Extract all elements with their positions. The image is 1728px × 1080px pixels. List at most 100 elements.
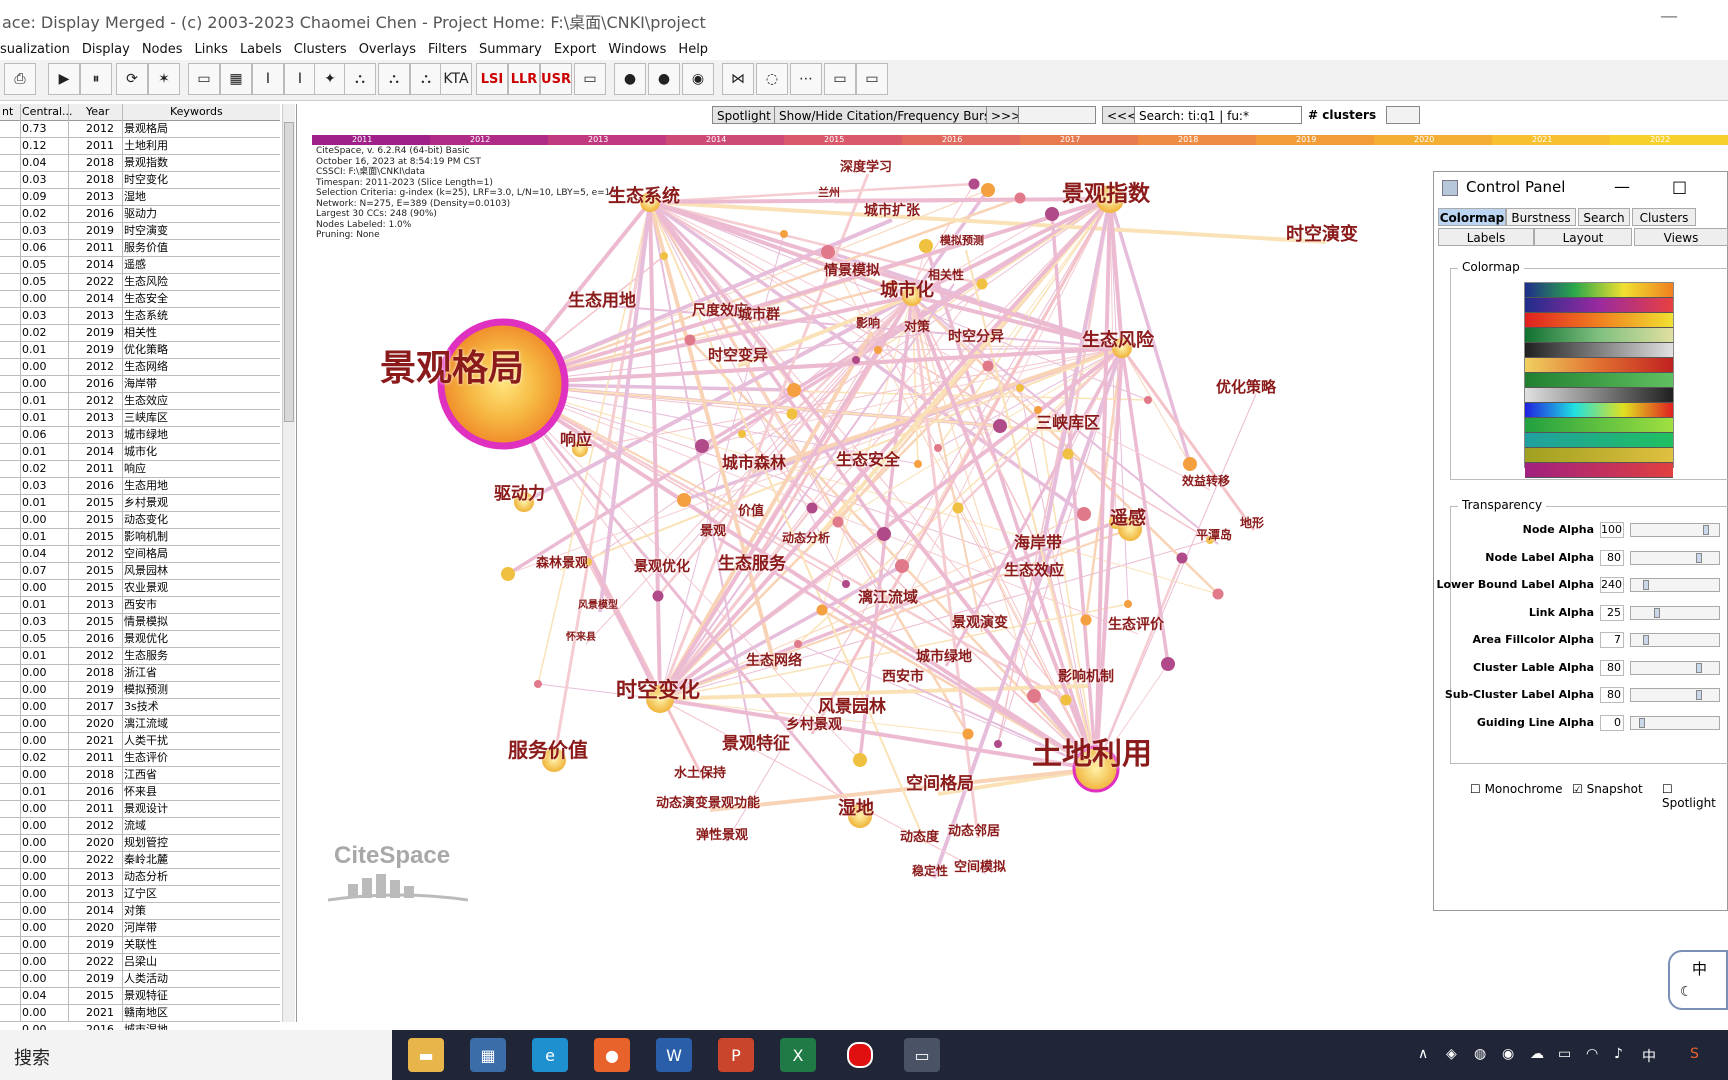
network-node[interactable] — [1212, 588, 1224, 600]
colormap-swatch[interactable] — [1525, 433, 1673, 448]
keyword-label[interactable]: 生态网络 — [746, 650, 802, 670]
slider-knob[interactable] — [1695, 662, 1702, 673]
network-node[interactable] — [895, 559, 909, 573]
slider-value[interactable]: 80 — [1600, 659, 1624, 676]
table-row[interactable]: 0.73 2012 景观格局 — [0, 121, 280, 138]
citespace-app-icon[interactable]: ▭ — [904, 1038, 940, 1072]
network-node[interactable] — [1014, 192, 1026, 204]
keyword-label[interactable]: 空间格局 — [906, 769, 974, 794]
keyword-label[interactable]: 水土保持 — [674, 762, 726, 781]
keyword-label[interactable]: 生态评价 — [1108, 614, 1164, 634]
table-row[interactable]: 0.03 2013 生态系统 — [0, 308, 280, 325]
shield-icon[interactable]: ◈ — [1446, 1046, 1457, 1062]
keyword-label[interactable]: 深度学习 — [840, 156, 892, 175]
table-row[interactable]: 0.03 2015 情景模拟 — [0, 614, 280, 631]
powerpoint-icon[interactable]: P — [718, 1038, 754, 1072]
slider-track[interactable] — [1630, 605, 1720, 620]
keyword-label[interactable]: 森林景观 — [536, 552, 588, 571]
network-node[interactable] — [1144, 396, 1152, 404]
panel-tab-5[interactable]: Layout — [1534, 228, 1632, 246]
wifi-icon[interactable]: ◠ — [1586, 1046, 1598, 1062]
table-row[interactable]: 0.01 2014 城市化 — [0, 444, 280, 461]
network-node[interactable] — [794, 640, 802, 648]
table-row[interactable]: 0.02 2019 相关性 — [0, 325, 280, 342]
network-node[interactable] — [981, 183, 995, 197]
panel-tab-6[interactable]: Views — [1634, 228, 1728, 246]
colormap-swatch[interactable] — [1525, 343, 1673, 358]
snapshot-checkbox[interactable]: ☑ Snapshot — [1572, 782, 1643, 796]
network-node[interactable] — [1077, 507, 1091, 521]
panel-minimize-icon[interactable]: — — [1614, 172, 1630, 202]
network-node[interactable] — [1016, 384, 1024, 392]
table-row[interactable]: 0.00 2015 动态变化 — [0, 512, 280, 529]
network-node[interactable] — [914, 460, 922, 468]
network-node[interactable] — [993, 419, 1007, 433]
table-row[interactable]: 0.01 2013 西安市 — [0, 597, 280, 614]
table-row[interactable]: 0.03 2016 生态用地 — [0, 478, 280, 495]
record-icon[interactable] — [842, 1038, 878, 1072]
slider-knob[interactable] — [1695, 690, 1702, 700]
menu-item-7[interactable]: Filters — [428, 39, 473, 57]
slider-value[interactable]: 0 — [1600, 714, 1624, 731]
network-node[interactable] — [982, 360, 994, 372]
network-node[interactable] — [952, 502, 964, 514]
ime-indicator[interactable]: 中 — [1642, 1046, 1656, 1066]
menu-item-9[interactable]: Export — [554, 39, 603, 57]
colormap-swatch[interactable] — [1525, 298, 1673, 313]
table-row[interactable]: 0.00 2011 景观设计 — [0, 801, 280, 818]
table-row[interactable]: 0.04 2012 空间格局 — [0, 546, 280, 563]
toolbar-button-16[interactable]: USR — [540, 63, 572, 95]
col-header-centrality[interactable]: Central... — [22, 105, 73, 118]
keyword-label[interactable]: 模拟预测 — [940, 232, 984, 248]
menu-item-8[interactable]: Summary — [479, 39, 548, 57]
qq-icon[interactable]: ◉ — [1502, 1046, 1514, 1062]
network-node[interactable] — [677, 493, 691, 507]
toolbar-button-22[interactable]: ◌ — [756, 63, 788, 95]
taskbar-search-box[interactable]: 搜索 — [0, 1030, 392, 1080]
network-node[interactable] — [684, 334, 696, 346]
table-row[interactable]: 0.00 2012 生态网络 — [0, 359, 280, 376]
keyword-label[interactable]: 相关性 — [928, 266, 964, 283]
keyword-label[interactable]: 平潭岛 — [1196, 526, 1232, 543]
table-row[interactable]: 0.03 2018 时空变化 — [0, 172, 280, 189]
keyword-label[interactable]: 景观特征 — [722, 729, 790, 754]
toolbar-button-2[interactable]: ⏸ — [80, 63, 112, 95]
table-row[interactable]: 0.02 2011 生态评价 — [0, 750, 280, 767]
keyword-label[interactable]: 生态服务 — [718, 549, 786, 574]
table-row[interactable]: 0.02 2016 驱动力 — [0, 206, 280, 223]
network-node[interactable] — [877, 527, 891, 541]
colormap-swatch[interactable] — [1525, 463, 1673, 478]
menu-item-1[interactable]: Display — [82, 39, 136, 57]
network-node[interactable] — [968, 178, 980, 190]
ime-float-widget[interactable]: 中 ☾ — [1668, 950, 1728, 1010]
toolbar-button-13[interactable]: KTA — [440, 63, 472, 95]
slider-track[interactable] — [1630, 688, 1720, 702]
keyword-label[interactable]: 时空变化 — [616, 674, 700, 704]
toolbar-button-1[interactable]: ▶ — [48, 63, 80, 95]
toolbar-button-10[interactable]: ⛬ — [344, 63, 376, 95]
menu-item-4[interactable]: Labels — [240, 39, 288, 57]
network-node[interactable] — [501, 567, 515, 581]
keyword-label[interactable]: 海岸带 — [1014, 529, 1062, 553]
network-node[interactable] — [994, 740, 1002, 748]
keyword-label[interactable]: 景观指数 — [1062, 176, 1150, 208]
slider-track[interactable] — [1630, 660, 1720, 675]
table-row[interactable]: 0.00 2019 模拟预测 — [0, 682, 280, 699]
keyword-label[interactable]: 稳定性 — [912, 862, 948, 879]
network-node[interactable] — [1183, 457, 1197, 471]
table-row[interactable]: 0.00 2020 漓江流域 — [0, 716, 280, 733]
keyword-label[interactable]: 城市扩张 — [864, 200, 920, 220]
slider-value[interactable]: 80 — [1600, 549, 1624, 566]
table-row[interactable]: 0.05 2016 景观优化 — [0, 631, 280, 648]
network-node[interactable] — [1062, 448, 1074, 460]
toolbar-button-25[interactable]: ▭ — [856, 63, 888, 95]
network-node[interactable] — [816, 604, 828, 616]
colormap-swatch[interactable] — [1525, 328, 1673, 343]
colormap-swatch[interactable] — [1525, 313, 1673, 328]
table-row[interactable]: 0.00 2012 流域 — [0, 818, 280, 835]
network-node[interactable] — [842, 580, 850, 588]
keyword-label[interactable]: 影响 — [856, 314, 880, 331]
wechat-icon[interactable]: ◍ — [1474, 1046, 1486, 1062]
keyword-label[interactable]: 动态邻居 — [948, 820, 1000, 839]
toolbar-button-18[interactable]: ● — [614, 63, 646, 95]
